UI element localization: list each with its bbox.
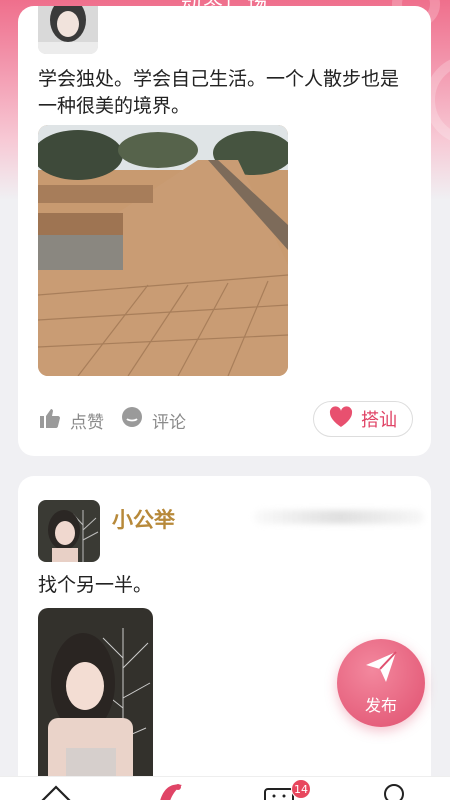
post-text: 学会独处。学会自己生活。一个人散步也是一种很美的境界。 — [38, 68, 400, 117]
chat-button[interactable]: 搭讪 — [313, 401, 413, 437]
chat-label: 搭讪 — [361, 410, 397, 431]
square-icon[interactable] — [158, 781, 184, 800]
send-icon — [364, 650, 398, 688]
comment-label: 评论 — [152, 412, 186, 433]
post-actions: 点赞 评论 — [38, 404, 202, 436]
home-icon[interactable] — [40, 785, 72, 800]
like-label: 点赞 — [70, 412, 104, 433]
publish-button[interactable]: 发布 — [337, 639, 425, 727]
like-button[interactable]: 点赞 — [38, 406, 104, 435]
comment-button[interactable]: 评论 — [120, 406, 186, 435]
message-icon[interactable] — [264, 787, 294, 800]
post-card[interactable]: 小公举 找个另一半。 — [18, 476, 431, 800]
post-card[interactable]: 学会独处。学会自己生活。一个人散步也是一种很美的境界。 点赞 评论 搭讪 — [18, 6, 431, 456]
comment-icon — [120, 406, 152, 435]
post-photo[interactable] — [38, 608, 153, 800]
username[interactable]: 小公举 — [112, 504, 175, 534]
publish-label: 发布 — [364, 696, 397, 715]
post-text: 找个另一半。 — [38, 574, 153, 596]
avatar[interactable] — [38, 500, 100, 562]
tab-bar — [0, 776, 450, 800]
heart-icon — [329, 405, 361, 433]
avatar[interactable] — [38, 6, 98, 54]
post-meta — [254, 510, 424, 524]
message-badge: 14 — [291, 779, 311, 799]
profile-icon[interactable] — [381, 782, 407, 800]
like-icon — [38, 406, 70, 435]
post-photo[interactable] — [38, 125, 288, 376]
